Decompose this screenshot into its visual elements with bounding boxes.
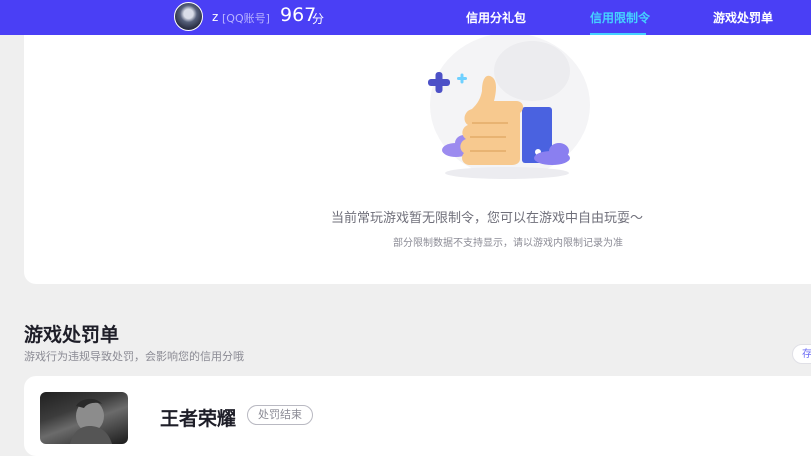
penalty-record-card[interactable] xyxy=(24,376,811,456)
status-badge: 处罚结束 xyxy=(247,405,313,425)
credit-score: 967 xyxy=(280,4,317,26)
nav-game-penalty[interactable]: 游戏处罚单 xyxy=(713,9,773,26)
nav-credit-gift[interactable]: 信用分礼包 xyxy=(466,9,526,26)
empty-message: 当前常玩游戏暂无限制令，您可以在游戏中自由玩耍～ xyxy=(331,211,644,226)
data-note: 部分限制数据不支持显示，请以游戏内限制记录为准 xyxy=(393,238,623,249)
section-title: 游戏处罚单 xyxy=(24,324,120,346)
game-name: 王者荣耀 xyxy=(160,408,237,430)
thumbs-up-icon xyxy=(428,35,590,179)
avatar[interactable] xyxy=(174,2,203,31)
edge-pill-button[interactable]: 存 xyxy=(792,344,811,364)
game-thumbnail xyxy=(40,392,128,444)
top-bar: z [QQ账号] 967 分 信用分礼包 信用限制令 游戏处罚单 xyxy=(0,0,811,35)
nav-credit-restriction[interactable]: 信用限制令 xyxy=(590,9,650,26)
user-name: z xyxy=(212,10,219,24)
credit-score-unit: 分 xyxy=(312,12,325,26)
account-type-label: [QQ账号] xyxy=(222,12,270,25)
section-subtitle: 游戏行为违规导致处罚，会影响您的信用分哦 xyxy=(24,350,244,363)
